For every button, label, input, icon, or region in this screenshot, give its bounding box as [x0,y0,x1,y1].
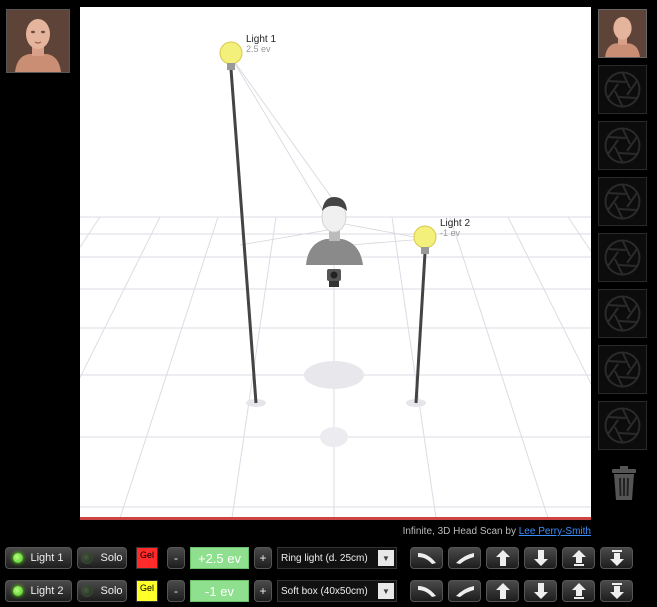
light-2-modifier-select[interactable]: Soft box (40x50cm) ▼ [277,580,397,602]
light-2-solo-button[interactable]: Solo [77,580,127,602]
credit-line: Infinite, 3D Head Scan by Lee Perry-Smit… [403,526,591,537]
move-down-button[interactable] [524,547,557,569]
rotate-right-icon [455,586,474,597]
light-2-ev-increase-button[interactable]: + [254,580,272,602]
subject-bust-icon[interactable] [306,197,363,265]
preset-thumbnail-current[interactable] [598,9,647,58]
light-1-ev-label: 2.5 ev [246,44,271,54]
lower-icon [609,583,624,599]
camera-icon[interactable] [327,269,341,287]
aperture-icon [604,351,641,388]
solo-led-icon [81,585,94,597]
aperture-icon [604,183,641,220]
lighting-stage[interactable]: Light 1 2.5 ev Light 2 -1 ev [80,7,591,518]
light-2-gel-button[interactable]: Gel [136,580,158,602]
light-1-gel-button[interactable]: Gel [136,547,158,569]
raise-icon [571,583,586,599]
light-2-toggle-button[interactable]: Light 2 [5,580,72,602]
lower-button[interactable] [600,547,633,569]
aperture-icon [604,295,641,332]
light-1-modifier-value: Ring light (d. 25cm) [281,552,368,564]
rotate-left-button[interactable] [410,580,443,602]
move-up-icon [495,583,510,599]
light-2-ev-label: -1 ev [440,228,461,238]
move-down-icon [533,550,548,566]
raise-button[interactable] [562,547,595,569]
light-1-ev-increase-button[interactable]: + [254,547,272,569]
rotate-left-icon [417,553,436,564]
solo-led-icon [81,552,94,564]
move-up-button[interactable] [486,547,519,569]
move-up-button[interactable] [486,580,519,602]
rotate-left-button[interactable] [410,547,443,569]
preset-slot-empty[interactable] [598,121,647,170]
portrait-preview [6,9,70,73]
chevron-down-icon[interactable]: ▼ [378,583,394,599]
light-1-stand [229,68,258,404]
solo-label: Solo [100,552,123,564]
light-2-ev-field[interactable]: -1 ev [190,580,249,602]
raise-icon [571,550,586,566]
light-1-ev-decrease-button[interactable]: - [167,547,185,569]
light-1-toggle-label: Light 1 [30,552,64,564]
rotate-right-button[interactable] [448,547,481,569]
light-1-bulb-icon[interactable] [219,41,243,70]
preset-slot-empty[interactable] [598,177,647,226]
preset-slot-empty[interactable] [598,65,647,114]
preset-thumbnails [598,9,647,457]
move-down-button[interactable] [524,580,557,602]
aperture-icon [604,127,641,164]
chevron-down-icon[interactable]: ▼ [378,550,394,566]
stage-canvas[interactable]: Light 1 2.5 ev Light 2 -1 ev [80,7,591,518]
rotate-left-icon [417,586,436,597]
aperture-icon [604,71,641,108]
credit-author-link[interactable]: Lee Perry-Smith [519,526,591,537]
raise-button[interactable] [562,580,595,602]
light-1-controls: Light 1 Solo Gel - +2.5 ev + Ring light … [5,544,650,572]
stage-border [80,517,591,520]
preset-slot-empty[interactable] [598,289,647,338]
light-1-modifier-select[interactable]: Ring light (d. 25cm) ▼ [277,547,397,569]
rotate-right-button[interactable] [448,580,481,602]
light-1-led-icon [13,553,24,563]
light-2-bulb-icon[interactable] [413,225,437,254]
light-2-toggle-label: Light 2 [30,585,64,597]
lower-button[interactable] [600,580,633,602]
credit-text: Infinite, 3D Head Scan by [402,526,519,537]
lower-icon [609,550,624,566]
aperture-icon [604,239,641,276]
light-1-solo-button[interactable]: Solo [77,547,127,569]
light-2-led-icon [13,586,24,596]
head-thumbnail-icon [599,10,646,57]
preset-slot-empty[interactable] [598,233,647,282]
solo-label: Solo [100,585,123,597]
light-1-toggle-button[interactable]: Light 1 [5,547,72,569]
head-render-icon [7,10,69,72]
light-2-ev-decrease-button[interactable]: - [167,580,185,602]
light-2-modifier-value: Soft box (40x50cm) [281,585,368,597]
trash-icon[interactable] [611,466,637,500]
light-2-controls: Light 2 Solo Gel - -1 ev + Soft box (40x… [5,577,650,605]
preset-slot-empty[interactable] [598,345,647,394]
rotate-right-icon [455,553,474,564]
preset-slot-empty[interactable] [598,401,647,450]
light-1-ev-field[interactable]: +2.5 ev [190,547,249,569]
move-up-icon [495,550,510,566]
move-down-icon [533,583,548,599]
aperture-icon [604,407,641,444]
